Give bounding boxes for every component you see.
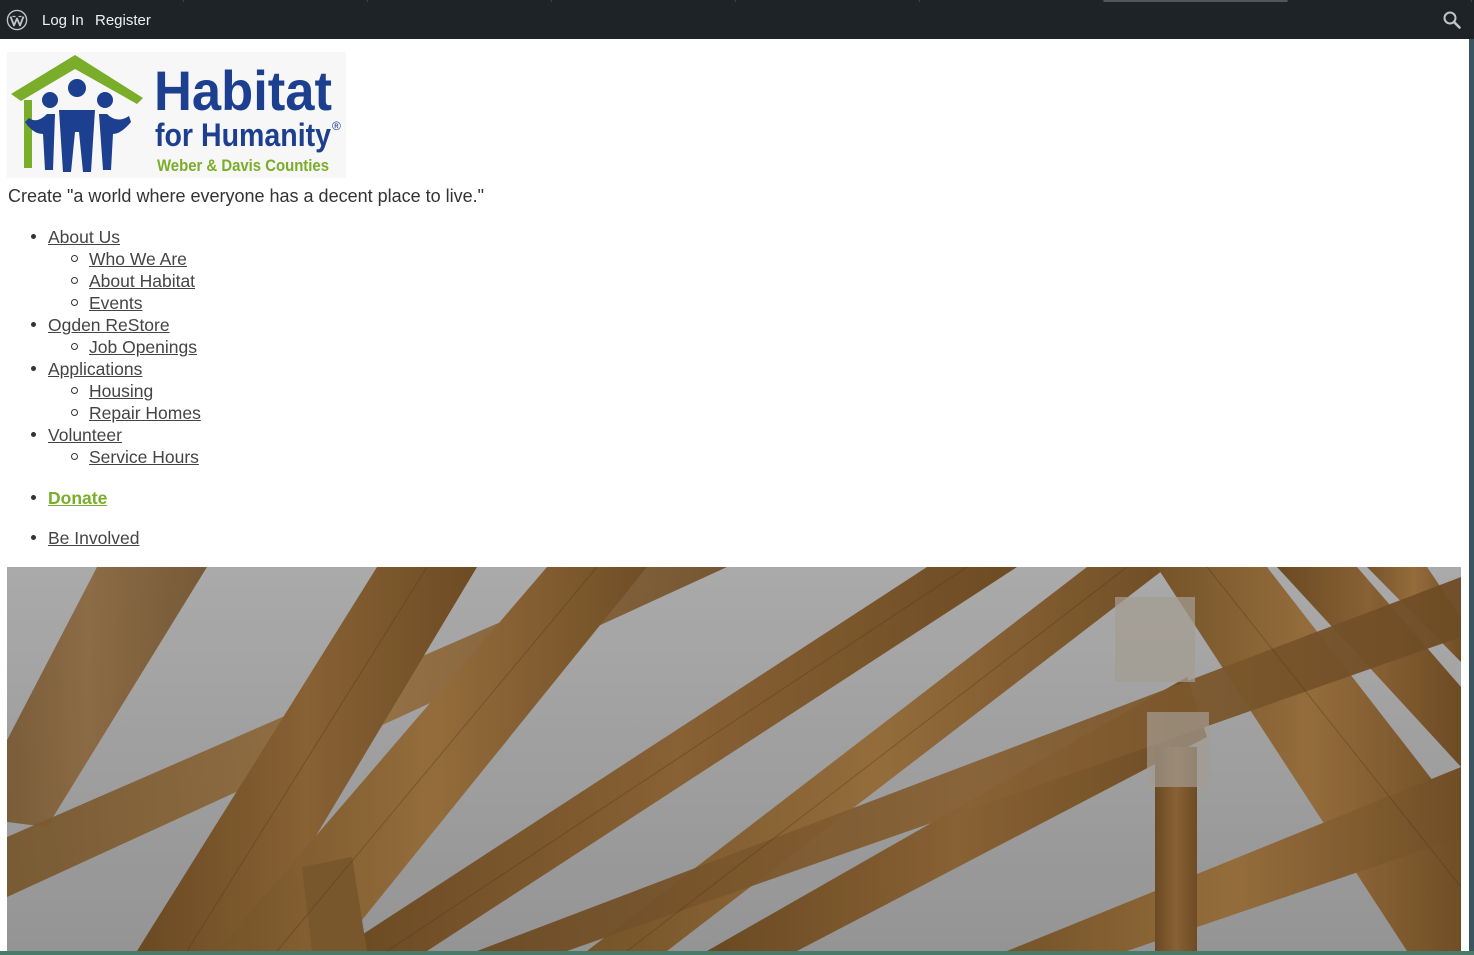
nav-subitem-about-habitat: About Habitat	[0, 270, 201, 292]
main-navigation: About Us Who We Are About Habitat Events…	[0, 226, 201, 549]
nav-item-donate: Donate	[0, 487, 201, 509]
nav-item-ogden-restore: Ogden ReStore	[0, 314, 201, 336]
login-link[interactable]: Log In	[42, 12, 84, 29]
nav-subitem-job-openings: Job Openings	[0, 336, 201, 358]
nav-item-about-us: About Us	[0, 226, 201, 248]
nav-link-repair-homes[interactable]: Repair Homes	[89, 403, 201, 423]
wordpress-icon[interactable]	[6, 9, 28, 31]
nav-link-housing[interactable]: Housing	[89, 381, 153, 401]
hero-image	[7, 567, 1461, 951]
nav-subitem-housing: Housing	[0, 380, 201, 402]
site-logo[interactable]: Habitat for Humanity ® Weber & Davis Cou…	[7, 52, 346, 178]
nav-link-events[interactable]: Events	[89, 293, 143, 313]
page-right-edge	[1469, 39, 1474, 955]
logo-title: Habitat	[154, 59, 332, 122]
nav-link-applications[interactable]: Applications	[48, 359, 142, 379]
nav-link-about-habitat[interactable]: About Habitat	[89, 271, 195, 291]
logo-subtitle: for Humanity	[155, 117, 331, 153]
nav-link-who-we-are[interactable]: Who We Are	[89, 249, 187, 269]
nav-subitem-who-we-are: Who We Are	[0, 248, 201, 270]
nav-link-about-us[interactable]: About Us	[48, 227, 120, 247]
nav-link-job-openings[interactable]: Job Openings	[89, 337, 197, 357]
admin-bar: Log In Register	[0, 0, 1474, 39]
nav-link-service-hours[interactable]: Service Hours	[89, 447, 199, 467]
nav-item-be-involved: Be Involved	[0, 527, 201, 549]
nav-link-be-involved[interactable]: Be Involved	[48, 528, 139, 548]
nav-subitem-repair-homes: Repair Homes	[0, 402, 201, 424]
nav-link-volunteer[interactable]: Volunteer	[48, 425, 122, 445]
nav-subitem-events: Events	[0, 292, 201, 314]
page-bottom-edge	[0, 951, 1474, 955]
register-link[interactable]: Register	[95, 12, 151, 29]
nav-item-volunteer: Volunteer	[0, 424, 201, 446]
logo-registered-mark: ®	[332, 119, 341, 133]
nav-link-donate[interactable]: Donate	[48, 488, 107, 508]
admin-bar-tab-strip	[0, 0, 1474, 2]
nav-item-applications: Applications	[0, 358, 201, 380]
search-icon[interactable]	[1442, 10, 1462, 30]
nav-link-ogden-restore[interactable]: Ogden ReStore	[48, 315, 170, 335]
nav-subitem-service-hours: Service Hours	[0, 446, 201, 468]
logo-region: Weber & Davis Counties	[157, 156, 329, 175]
site-tagline: Create "a world where everyone has a dec…	[8, 186, 485, 206]
